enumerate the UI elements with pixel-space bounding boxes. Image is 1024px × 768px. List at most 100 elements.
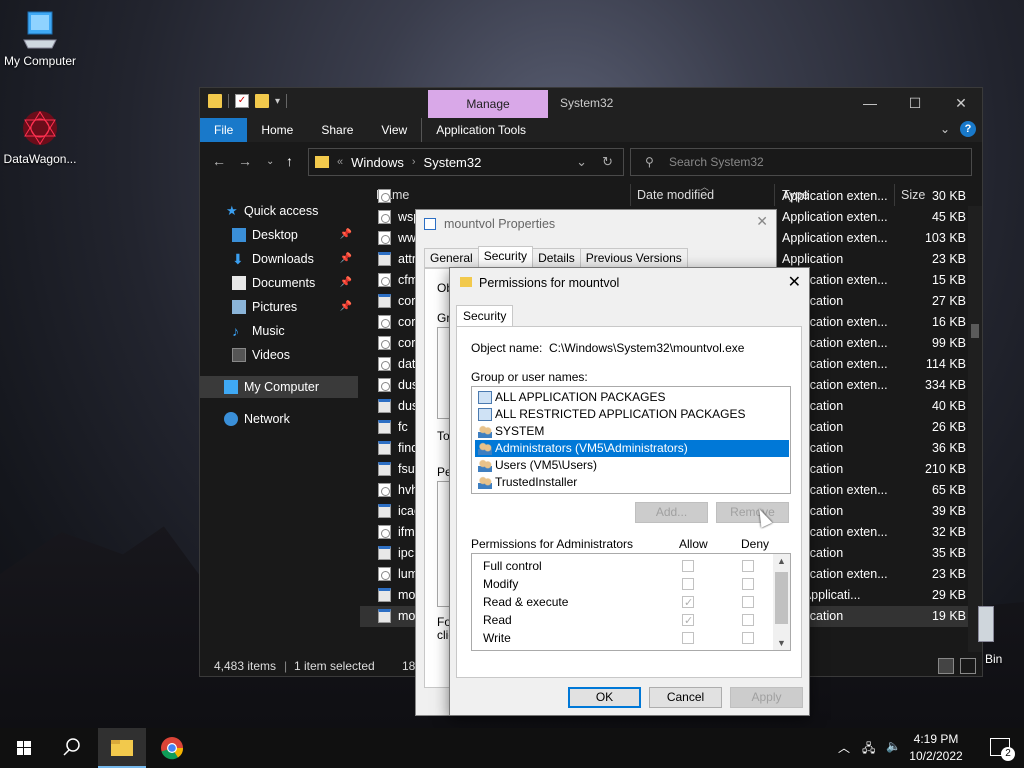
deny-checkbox[interactable] bbox=[742, 614, 754, 626]
large-icons-view-icon[interactable] bbox=[960, 658, 976, 674]
breadcrumb-windows[interactable]: Windows bbox=[351, 155, 404, 170]
pin-icon[interactable]: 📌 bbox=[340, 296, 352, 318]
tab-previous-versions[interactable]: Previous Versions bbox=[579, 248, 688, 268]
search-button[interactable] bbox=[48, 728, 96, 768]
tab-share[interactable]: Share bbox=[307, 118, 367, 142]
details-view-icon[interactable] bbox=[938, 658, 954, 674]
recent-locations-icon[interactable]: ⌄ bbox=[266, 156, 274, 167]
file-size: 36 KB bbox=[931, 441, 966, 455]
deny-checkbox[interactable] bbox=[742, 596, 754, 608]
scrollbar-thumb[interactable] bbox=[775, 572, 788, 624]
tab-security[interactable]: Security bbox=[477, 246, 534, 268]
group-list-item[interactable]: ALL RESTRICTED APPLICATION PACKAGES bbox=[475, 406, 789, 423]
customize-toolbar-icon[interactable]: ▾ bbox=[275, 96, 280, 107]
allow-checkbox[interactable] bbox=[682, 578, 694, 590]
group-list-item[interactable]: Administrators (VM5\Administrators) bbox=[475, 440, 789, 457]
maximize-icon[interactable]: ☐ bbox=[900, 92, 930, 114]
manage-tab[interactable]: Manage bbox=[428, 90, 548, 118]
file-size: 23 KB bbox=[931, 567, 966, 581]
new-folder-icon[interactable] bbox=[255, 94, 269, 108]
properties-icon[interactable]: ✓ bbox=[235, 94, 249, 108]
tab-security[interactable]: Security bbox=[456, 305, 514, 327]
minimize-icon[interactable]: — bbox=[855, 92, 885, 114]
recycle-bin-icon[interactable] bbox=[978, 606, 994, 642]
exe-file-icon bbox=[378, 420, 391, 434]
file-row[interactable]: Application exten... 30 KB bbox=[360, 186, 968, 207]
nav-item-music[interactable]: ♪ Music bbox=[200, 320, 358, 342]
nav-item-videos[interactable]: Videos bbox=[200, 344, 358, 366]
desktop-icon-label: My Computer bbox=[3, 54, 77, 68]
nav-item-my-computer[interactable]: My Computer bbox=[200, 376, 358, 398]
tab-file[interactable]: File bbox=[200, 118, 248, 142]
taskbar-file-explorer[interactable] bbox=[98, 728, 146, 768]
permission-name: Read bbox=[483, 613, 512, 627]
start-button[interactable] bbox=[0, 728, 48, 768]
tab-general[interactable]: General bbox=[424, 248, 479, 268]
group-list-item[interactable]: ALL APPLICATION PACKAGES bbox=[475, 389, 789, 406]
address-bar[interactable]: « Windows › System32 ⌄ ↻ bbox=[308, 148, 624, 176]
deny-checkbox[interactable] bbox=[742, 578, 754, 590]
vertical-scrollbar[interactable]: ▲ ▼ bbox=[773, 554, 790, 650]
close-icon[interactable]: ✕ bbox=[756, 213, 768, 230]
file-name: ifm bbox=[398, 525, 415, 539]
pin-icon[interactable]: 📌 bbox=[340, 224, 352, 246]
nav-item-downloads[interactable]: ⬇ Downloads 📌 bbox=[200, 248, 358, 270]
allow-checkbox[interactable] bbox=[682, 632, 694, 644]
properties-tabs: General Security Details Previous Versio… bbox=[424, 246, 688, 268]
dll-file-icon bbox=[378, 483, 391, 497]
desktop-icon-my-computer[interactable]: My Computer bbox=[0, 10, 80, 68]
clock[interactable]: 4:19 PM 10/2/2022 bbox=[906, 731, 966, 765]
close-icon[interactable]: ✕ bbox=[788, 272, 801, 292]
group-user-list[interactable]: ALL APPLICATION PACKAGES ALL RESTRICTED A… bbox=[471, 386, 791, 494]
group-list-item[interactable]: SYSTEM bbox=[475, 423, 789, 440]
file-size: 32 KB bbox=[931, 525, 966, 539]
deny-checkbox[interactable] bbox=[742, 560, 754, 572]
show-hidden-icons-icon[interactable]: ︿ bbox=[838, 739, 850, 756]
help-icon[interactable]: ? bbox=[960, 121, 976, 137]
tab-home[interactable]: Home bbox=[247, 118, 307, 142]
volume-icon[interactable]: 🔈 bbox=[886, 739, 901, 753]
tab-details[interactable]: Details bbox=[532, 248, 581, 268]
nav-item-documents[interactable]: Documents 📌 bbox=[200, 272, 358, 294]
address-dropdown-icon[interactable]: ⌄ bbox=[576, 154, 587, 170]
allow-checkbox[interactable] bbox=[682, 612, 694, 630]
group-list-item[interactable]: TrustedInstaller bbox=[475, 474, 789, 491]
vertical-scrollbar[interactable] bbox=[968, 206, 982, 652]
forward-arrow-icon[interactable]: → bbox=[238, 153, 252, 169]
pin-icon[interactable]: 📌 bbox=[340, 248, 352, 270]
notification-center-icon[interactable]: 2 bbox=[990, 738, 1015, 761]
add-button[interactable]: Add... bbox=[635, 502, 708, 523]
tab-application-tools[interactable]: Application Tools bbox=[421, 118, 540, 142]
apply-button[interactable]: Apply bbox=[730, 687, 803, 708]
nav-item-network[interactable]: Network bbox=[200, 408, 358, 430]
breadcrumb-system32[interactable]: System32 bbox=[424, 155, 482, 170]
back-arrow-icon[interactable]: ← bbox=[212, 153, 226, 169]
deny-checkbox[interactable] bbox=[742, 632, 754, 644]
refresh-icon[interactable]: ↻ bbox=[602, 154, 613, 170]
allow-checkbox[interactable] bbox=[682, 560, 694, 572]
up-arrow-icon[interactable]: ↑ bbox=[286, 153, 293, 169]
scroll-down-icon[interactable]: ▼ bbox=[777, 638, 786, 648]
search-icon: ⚲ bbox=[645, 155, 654, 169]
allow-checkbox[interactable] bbox=[682, 594, 694, 612]
group-list-item[interactable]: Users (VM5\Users) bbox=[475, 457, 789, 474]
tab-view[interactable]: View bbox=[367, 118, 421, 142]
group-name: Administrators (VM5\Administrators) bbox=[495, 441, 688, 455]
scrollbar-thumb[interactable] bbox=[971, 324, 979, 338]
cancel-button[interactable]: Cancel bbox=[649, 687, 722, 708]
pin-icon[interactable]: 📌 bbox=[340, 272, 352, 294]
dll-file-icon bbox=[378, 336, 391, 350]
network-tray-icon[interactable]: 🖧 bbox=[862, 739, 875, 760]
taskbar-chrome[interactable] bbox=[148, 728, 196, 768]
scroll-up-icon[interactable]: ▲ bbox=[777, 556, 786, 566]
expand-ribbon-icon[interactable]: ⌄ bbox=[940, 122, 950, 136]
nav-item-quick-access[interactable]: ★ Quick access bbox=[200, 200, 358, 222]
remove-button[interactable]: Remove bbox=[716, 502, 789, 523]
close-icon[interactable]: ✕ bbox=[946, 92, 976, 114]
ok-button[interactable]: OK bbox=[568, 687, 641, 708]
desktop-icon-datawagon[interactable]: DataWagon... bbox=[0, 108, 80, 166]
address-overflow-chevron[interactable]: « bbox=[337, 156, 343, 168]
nav-item-desktop[interactable]: Desktop 📌 bbox=[200, 224, 358, 246]
nav-item-pictures[interactable]: Pictures 📌 bbox=[200, 296, 358, 318]
search-input[interactable]: ⚲ Search System32 bbox=[630, 148, 972, 176]
